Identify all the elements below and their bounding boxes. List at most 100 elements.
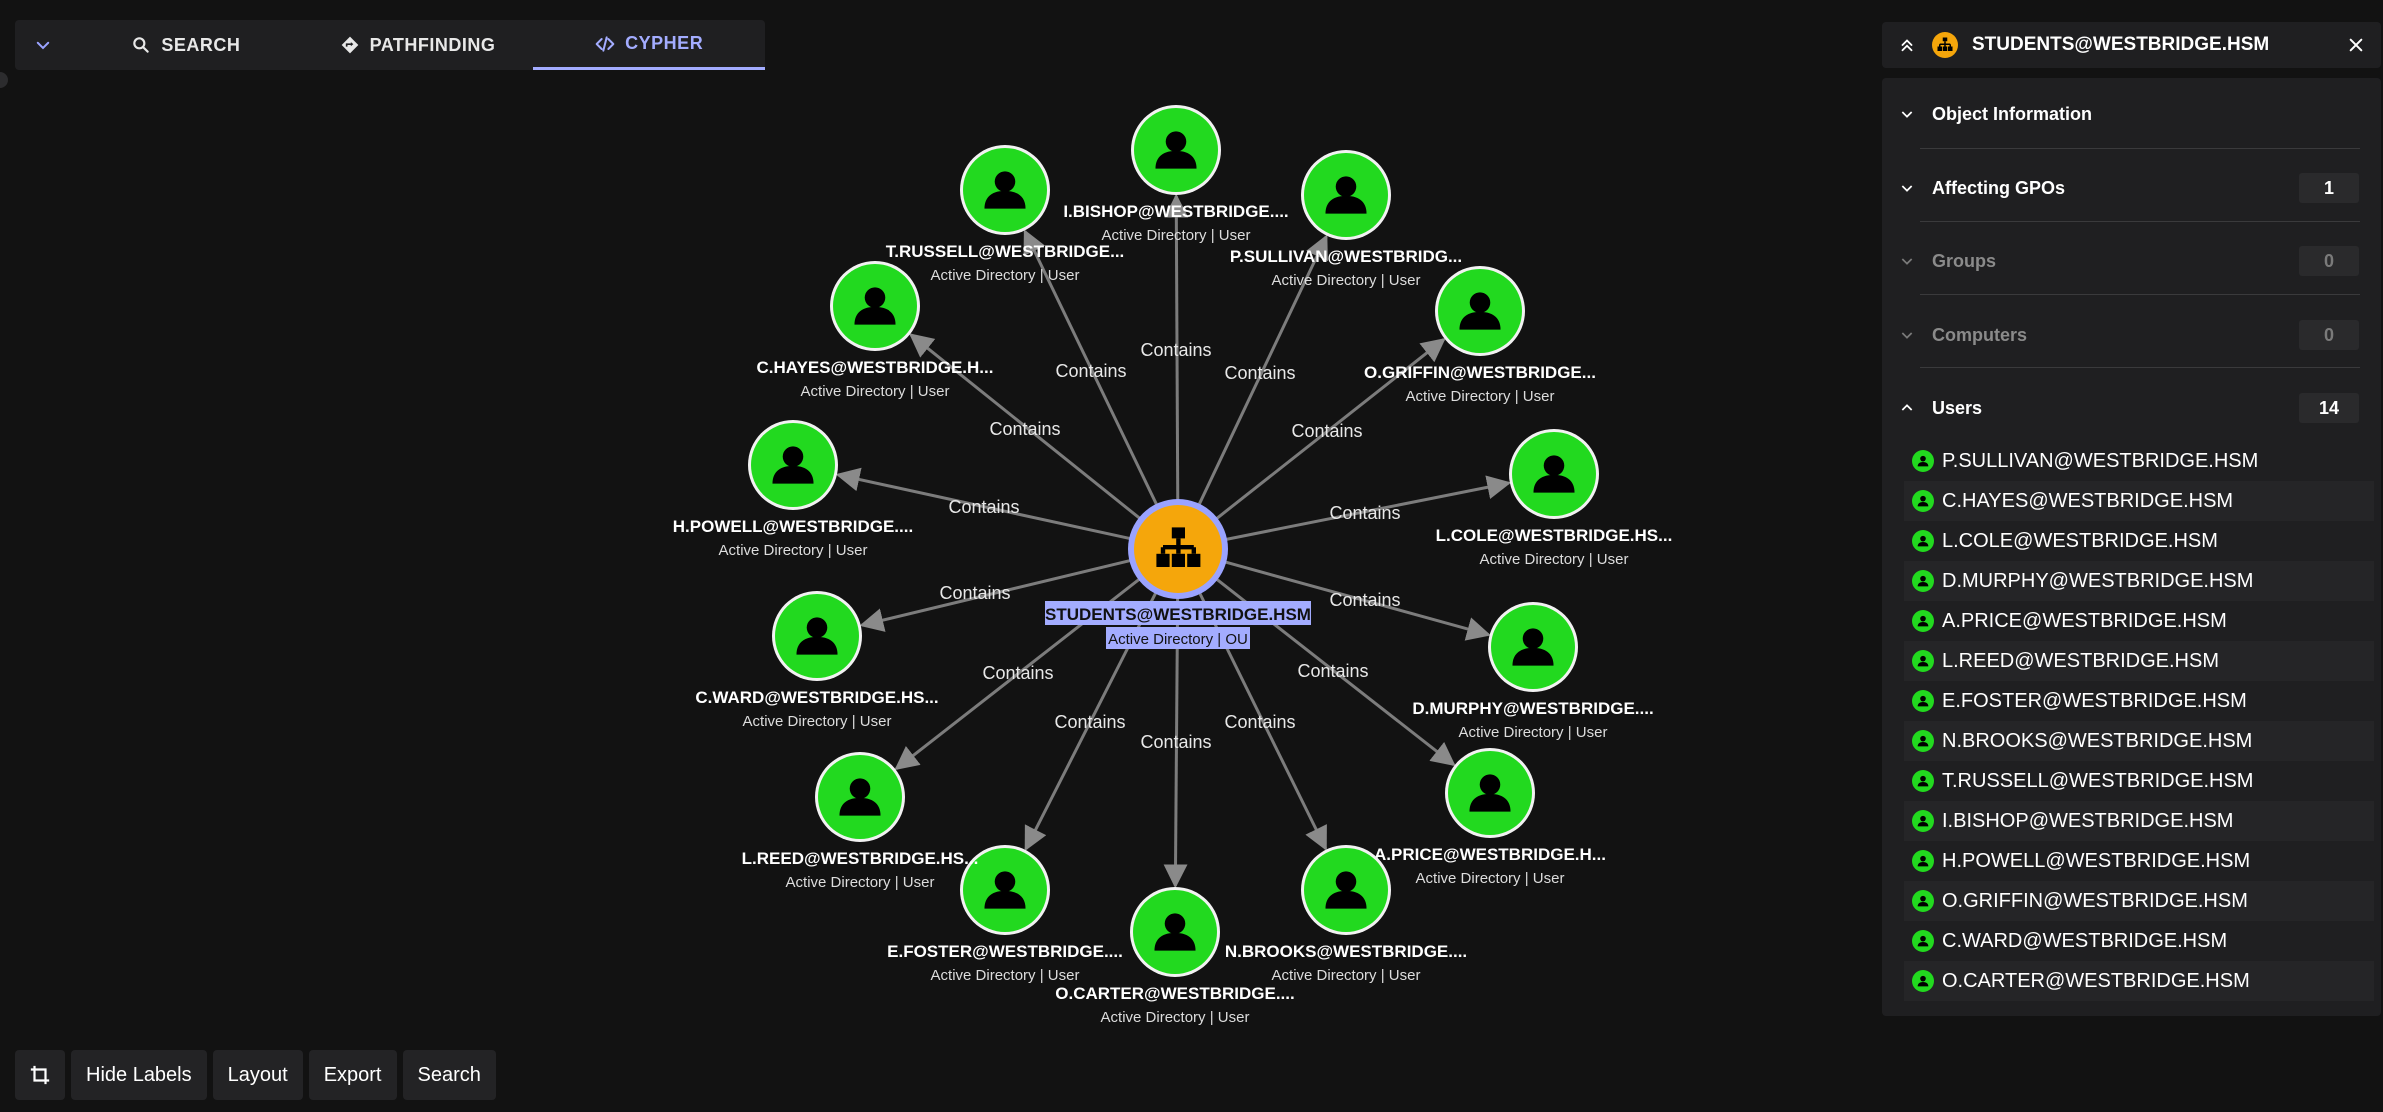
node-label: H.POWELL@WESTBRIDGE.... [673,517,913,536]
user-list-item[interactable]: E.FOSTER@WESTBRIDGE.HSM [1904,681,2374,721]
user-list-item-label: H.POWELL@WESTBRIDGE.HSM [1942,849,2251,872]
chevron-double-up-icon [1901,39,1913,52]
user-list-item-label: C.WARD@WESTBRIDGE.HSM [1942,929,2228,952]
count-badge: 14 [2299,393,2359,423]
edge-label: Contains [989,419,1060,439]
edge-label: Contains [1054,712,1125,732]
graph-canvas[interactable]: Contains Contains Contains Contains Contains… [0,0,1860,1112]
section-label: Groups [1932,250,1997,271]
node-sublabel: Active Directory | User [1272,272,1421,289]
search-button[interactable]: Search [402,1050,496,1100]
node-sublabel: Active Directory | User [931,967,1080,984]
node-label: C.WARD@WESTBRIDGE.HS... [695,688,938,707]
user-icon [1912,650,1934,672]
user-icon [1912,810,1934,832]
user-list-item[interactable]: A.PRICE@WESTBRIDGE.HSM [1904,601,2374,641]
user-list-item[interactable]: L.COLE@WESTBRIDGE.HSM [1904,521,2374,561]
node-sublabel: Active Directory | User [1406,388,1555,405]
edge-label: Contains [939,583,1010,603]
node-sublabel: Active Directory | User [1101,1009,1250,1026]
node-label: A.PRICE@WESTBRIDGE.H... [1374,845,1606,864]
user-list-item[interactable]: T.RUSSELL@WESTBRIDGE.HSM [1904,761,2374,801]
chevron-down-icon [1901,332,1913,339]
user-list-item-label: D.MURPHY@WESTBRIDGE.HSM [1942,569,2254,592]
ou-icon [1932,32,1958,58]
node-label: E.FOSTER@WESTBRIDGE.... [887,942,1123,961]
user-list-item[interactable]: C.HAYES@WESTBRIDGE.HSM [1904,481,2374,521]
section-label: Object Information [1932,103,2093,124]
section-computers[interactable]: Computers 0 [1882,299,2381,371]
user-icon [1912,930,1934,952]
ou-node-sublabel: Active Directory | OU [1108,631,1248,648]
user-list-item[interactable]: O.CARTER@WESTBRIDGE.HSM [1904,961,2374,1001]
user-list-item[interactable]: P.SULLIVAN@WESTBRIDGE.HSM [1904,441,2374,481]
section-users[interactable]: Users 14 [1882,372,2381,444]
user-node[interactable]: A.PRICE@WESTBRIDGE.H... Active Directory … [1374,748,1606,887]
user-icon [1912,490,1934,512]
section-affecting-gpos[interactable]: Affecting GPOs 1 [1882,152,2381,224]
user-list-item-label: P.SULLIVAN@WESTBRIDGE.HSM [1942,449,2259,472]
hide-labels-button[interactable]: Hide Labels [71,1050,207,1100]
user-list-item[interactable]: I.BISHOP@WESTBRIDGE.HSM [1904,801,2374,841]
edge-label: Contains [1224,712,1295,732]
ou-node-label: STUDENTS@WESTBRIDGE.HSM [1045,605,1311,624]
crop-button[interactable] [15,1050,65,1100]
node-sublabel: Active Directory | User [1480,551,1629,568]
user-node[interactable]: L.REED@WESTBRIDGE.HS... Active Directory … [742,752,979,891]
node-label: O.CARTER@WESTBRIDGE.... [1055,984,1294,1003]
count-badge: 1 [2299,173,2359,203]
edge-label: Contains [1297,661,1368,681]
panel-title: STUDENTS@WESTBRIDGE.HSM [1972,34,2270,55]
close-panel-button[interactable] [2331,37,2381,53]
section-groups[interactable]: Groups 0 [1882,225,2381,297]
entity-panel-body: Object Information Affecting GPOs 1 Grou… [1882,78,2381,1016]
user-list-item[interactable]: C.WARD@WESTBRIDGE.HSM [1904,921,2374,961]
user-list-item[interactable]: O.GRIFFIN@WESTBRIDGE.HSM [1904,881,2374,921]
node-label: L.COLE@WESTBRIDGE.HS... [1436,526,1673,545]
node-label: N.BROOKS@WESTBRIDGE.... [1225,942,1467,961]
export-button[interactable]: Export [308,1050,397,1100]
entity-panel-header: STUDENTS@WESTBRIDGE.HSM [1882,22,2381,68]
user-list-item[interactable]: N.BROOKS@WESTBRIDGE.HSM [1904,721,2374,761]
close-icon [2349,38,2363,52]
section-object-information[interactable]: Object Information [1882,78,2381,150]
user-icon [1912,530,1934,552]
user-icon [1912,890,1934,912]
chevron-down-icon [1901,185,1913,192]
divider [1920,367,2360,368]
section-label: Affecting GPOs [1932,177,2066,198]
edge-label: Contains [982,663,1053,683]
user-icon [1912,610,1934,632]
chevron-down-icon [1901,258,1913,265]
node-sublabel: Active Directory | User [743,713,892,730]
user-list-item-label: E.FOSTER@WESTBRIDGE.HSM [1942,689,2247,712]
chevron-down-icon [1901,111,1913,118]
user-list-item-label: L.REED@WESTBRIDGE.HSM [1942,649,2220,672]
user-list-item[interactable]: H.POWELL@WESTBRIDGE.HSM [1904,841,2374,881]
user-node[interactable]: C.WARD@WESTBRIDGE.HS... Active Directory … [695,591,939,730]
node-sublabel: Active Directory | User [1459,724,1608,741]
divider [1920,148,2360,149]
users-list: P.SULLIVAN@WESTBRIDGE.HSM C.HAYES@WESTBRI… [1904,441,2374,1001]
user-node[interactable]: H.POWELL@WESTBRIDGE.... Active Directory … [673,420,913,559]
node-label: I.BISHOP@WESTBRIDGE.... [1063,202,1288,221]
node-sublabel: Active Directory | User [801,383,950,400]
user-list-item[interactable]: L.REED@WESTBRIDGE.HSM [1904,641,2374,681]
node-sublabel: Active Directory | User [719,542,868,559]
user-list-item[interactable]: D.MURPHY@WESTBRIDGE.HSM [1904,561,2374,601]
user-icon [1912,850,1934,872]
user-icon [1912,570,1934,592]
node-label: D.MURPHY@WESTBRIDGE.... [1412,699,1653,718]
user-node[interactable]: N.BROOKS@WESTBRIDGE.... Active Directory … [1225,845,1467,984]
node-label: T.RUSSELL@WESTBRIDGE... [886,242,1125,261]
user-list-item-label: C.HAYES@WESTBRIDGE.HSM [1942,489,2234,512]
layout-button[interactable]: Layout [212,1050,303,1100]
node-label: L.REED@WESTBRIDGE.HS... [742,849,979,868]
section-label: Computers [1932,324,2028,345]
node-sublabel: Active Directory | User [931,267,1080,284]
user-node[interactable]: L.COLE@WESTBRIDGE.HS... Active Directory … [1436,429,1673,568]
user-list-item-label: L.COLE@WESTBRIDGE.HSM [1942,529,2218,552]
node-label: P.SULLIVAN@WESTBRIDG... [1230,247,1462,266]
node-sublabel: Active Directory | User [1272,967,1421,984]
collapse-panel-button[interactable] [1882,36,1932,54]
